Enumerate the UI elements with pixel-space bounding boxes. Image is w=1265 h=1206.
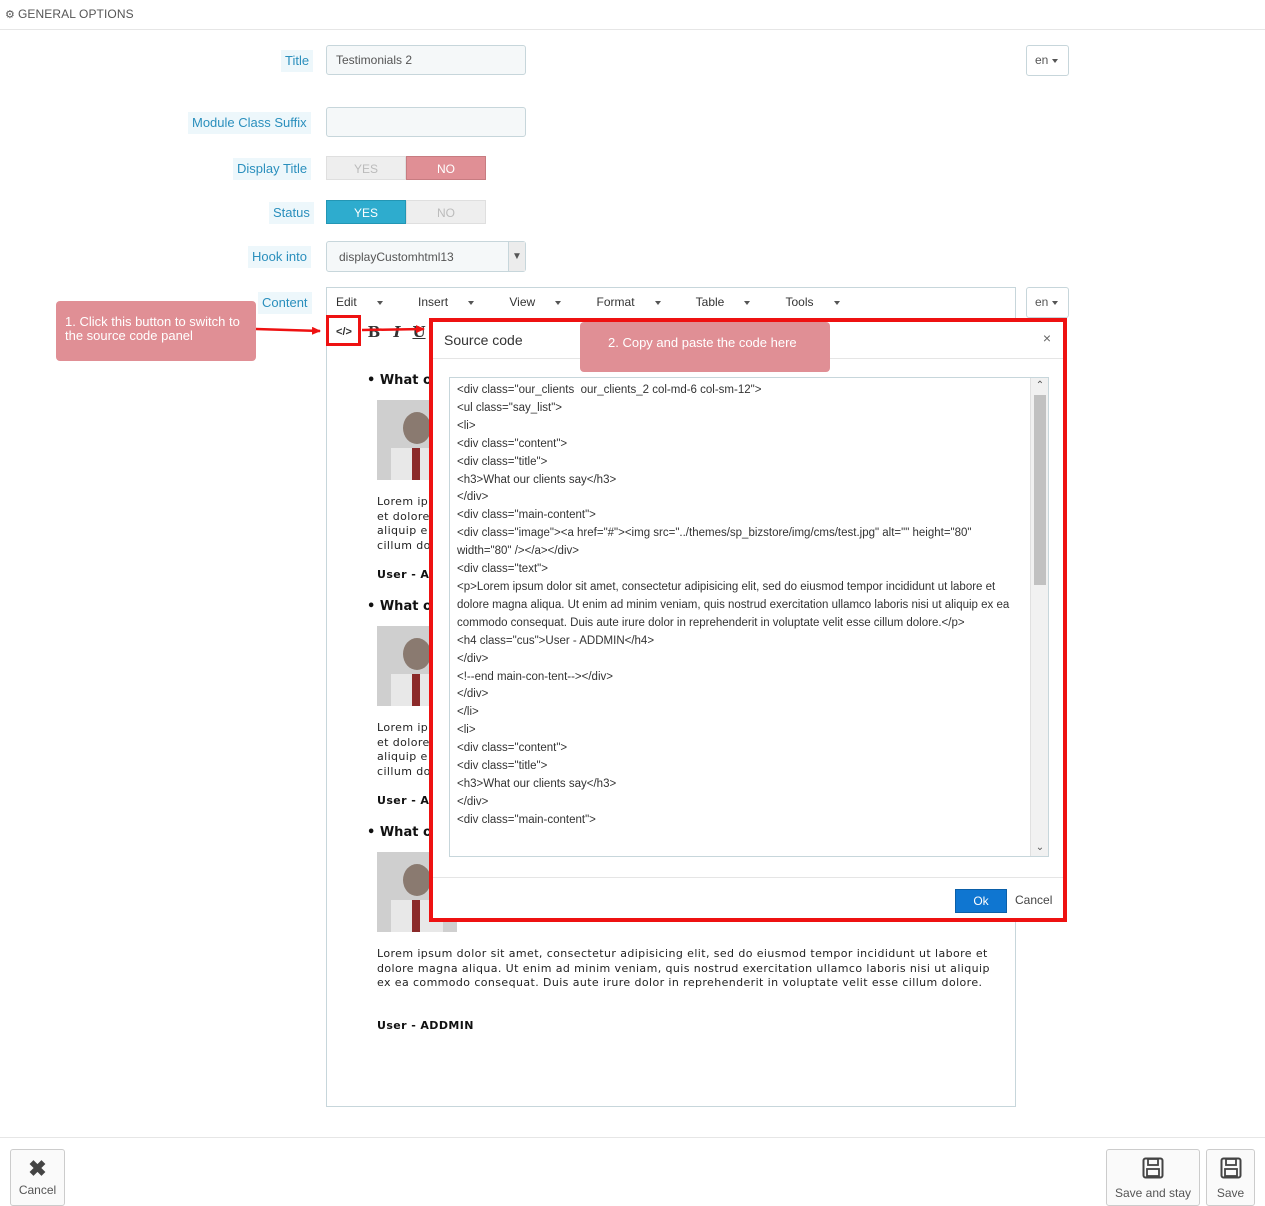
code-line: <div class="our_clients our_clients_2 co… (457, 384, 762, 396)
floppy-disk-icon (1107, 1157, 1199, 1184)
code-line: <h3>What our clients say</h3> (457, 777, 617, 790)
code-line: </li> (457, 706, 479, 719)
code-line: <h3>What our clients say</h3> (457, 473, 617, 486)
save-button[interactable]: Save (1206, 1149, 1255, 1206)
divider (433, 877, 1063, 878)
code-line: <div class="title"> (457, 455, 548, 468)
scrollbar[interactable]: ⌃ ⌄ (1030, 378, 1048, 856)
code-content: <div class="our_clients our_clients_2 co… (457, 382, 1027, 830)
code-line: <div class="main-content"> (457, 509, 596, 522)
dialog-cancel-button[interactable]: Cancel (1015, 893, 1052, 907)
dialog-title: Source code (444, 332, 523, 348)
floppy-disk-icon (1207, 1157, 1254, 1184)
code-line: <div class="title"> (457, 760, 548, 773)
ok-button[interactable]: Ok (955, 889, 1007, 913)
code-line: <li> (457, 419, 476, 432)
code-line: </div> (457, 652, 489, 665)
code-line: <div class="main-content"> (457, 813, 596, 826)
code-line: </div> (457, 688, 489, 701)
scroll-up-icon[interactable]: ⌃ (1031, 378, 1048, 394)
close-icon: ✖ (28, 1156, 47, 1181)
code-line: </div> (457, 491, 489, 504)
code-line: <div class="image"><a href="#"><img src=… (457, 527, 975, 558)
form-footer: ✖ Cancel Save and stay Save (0, 1137, 1265, 1206)
code-line: <div class="text"> (457, 563, 548, 576)
code-line: <li> (457, 724, 476, 737)
close-icon[interactable]: × (1043, 330, 1051, 346)
source-code-textarea[interactable]: <div class="our_clients our_clients_2 co… (449, 377, 1049, 857)
code-line: <h4 class="cus">User - ADDMIN</h4> (457, 634, 655, 647)
source-code-dialog: Source code × <div class="our_clients ou… (429, 318, 1067, 922)
save-and-stay-button[interactable]: Save and stay (1106, 1149, 1200, 1206)
code-line: <p>Lorem ipsum dolor sit amet, consectet… (457, 580, 1013, 629)
code-line: <!--end main-con-tent--></div> (457, 670, 613, 683)
code-line: <div class="content"> (457, 742, 568, 755)
code-line: </div> (457, 795, 489, 808)
cancel-button[interactable]: ✖ Cancel (10, 1149, 65, 1206)
code-line: <ul class="say_list"> (457, 401, 563, 414)
code-line: <div class="content"> (457, 437, 568, 450)
callout-step-2: 2. Copy and paste the code here (580, 322, 830, 372)
scroll-thumb[interactable] (1034, 395, 1046, 585)
scroll-down-icon[interactable]: ⌄ (1031, 840, 1048, 856)
